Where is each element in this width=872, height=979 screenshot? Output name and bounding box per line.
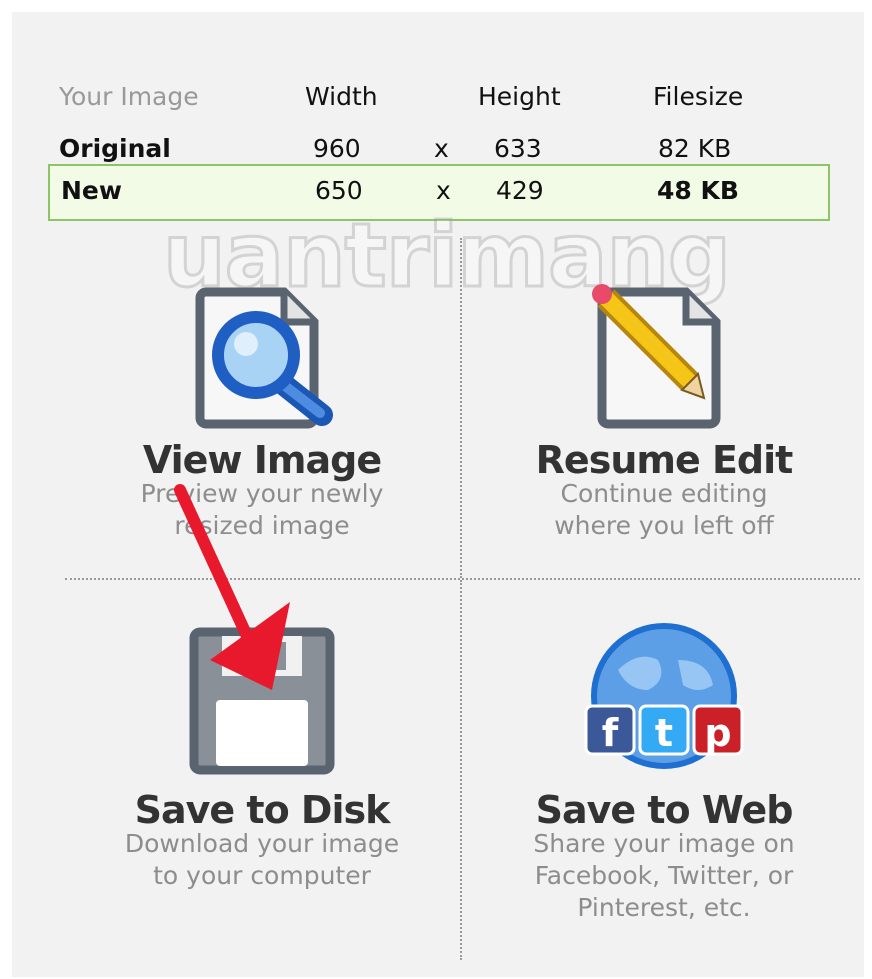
floppy-disk-icon — [189, 627, 335, 775]
col-your-image: Your Image — [59, 81, 199, 111]
resume-edit-description: Continue editing where you left off — [554, 479, 774, 540]
svg-text:f: f — [602, 711, 619, 755]
size-table-header: Your Image Width Height Filesize — [48, 70, 828, 122]
col-filesize: Filesize — [653, 81, 744, 111]
row-size: 48 KB — [657, 176, 739, 205]
svg-text:t: t — [655, 711, 673, 755]
view-image-description: Preview your newly resized image — [140, 479, 384, 540]
view-image-title: View Image — [142, 438, 382, 482]
grid-divider-vertical-bottom — [460, 580, 462, 960]
resume-edit-button[interactable]: Resume Edit Continue editing where you l… — [468, 270, 860, 590]
view-image-button[interactable]: View Image Preview your newly resized im… — [66, 270, 458, 590]
row-sep: x — [436, 176, 451, 205]
row-height: 429 — [496, 176, 544, 205]
pencil-document-icon — [592, 284, 721, 429]
magnifier-document-icon — [195, 287, 333, 429]
save-to-web-button[interactable]: f t p Save to Web Share your image on Fa… — [468, 620, 860, 940]
save-to-disk-title: Save to Disk — [134, 788, 391, 832]
svg-text:p: p — [704, 711, 731, 755]
grid-divider-vertical-top — [460, 238, 462, 578]
row-label: New — [61, 176, 122, 205]
resume-edit-title: Resume Edit — [535, 438, 794, 482]
row-width: 650 — [315, 176, 363, 205]
globe-social-icon: f t p — [584, 623, 744, 769]
save-to-disk-description: Download your image to your computer — [124, 829, 400, 890]
col-height: Height — [478, 81, 561, 111]
save-to-disk-button[interactable]: Save to Disk Download your image to your… — [66, 620, 458, 940]
save-to-web-description: Share your image on Facebook, Twitter, o… — [533, 829, 795, 922]
save-to-web-title: Save to Web — [535, 788, 794, 832]
table-row-new: New 650 x 429 48 KB — [48, 164, 830, 221]
col-width: Width — [305, 81, 378, 111]
